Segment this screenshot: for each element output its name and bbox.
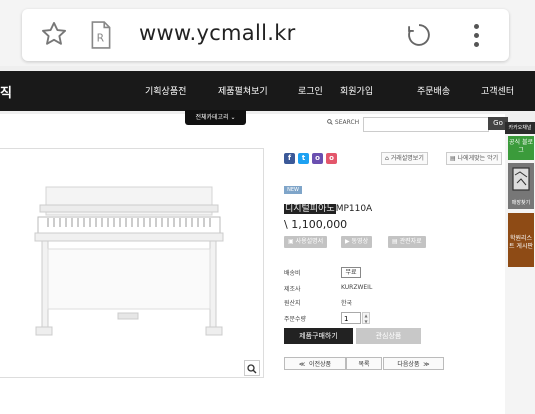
url-text[interactable]: www.ycmall.kr <box>139 21 296 45</box>
nav-item-signup[interactable]: 회원가입 <box>340 84 373 97</box>
docs-button[interactable]: ▤ 관련자료 <box>388 236 426 248</box>
product-price: \ 1,100,000 <box>284 218 348 231</box>
map-icon <box>512 167 530 191</box>
origin-label: 원산지 <box>284 300 301 307</box>
nav-item-login[interactable]: 로그인 <box>298 84 323 97</box>
logo-fragment[interactable]: 직 <box>0 82 12 101</box>
main-navigation: 직 기획상품전 제품펼쳐보기 로그인 회원가입 주문배송 고객센터 <box>0 71 535 111</box>
star-icon[interactable] <box>40 20 68 48</box>
origin-value: 한국 <box>341 300 353 307</box>
reload-icon[interactable] <box>405 21 433 49</box>
maker-label: 제조사 <box>284 286 301 293</box>
instagram-icon[interactable]: o <box>326 153 337 164</box>
nav-item-support[interactable]: 고객센터 <box>481 84 514 97</box>
svg-text:R: R <box>97 31 105 44</box>
nav-item-orders[interactable]: 주문배송 <box>417 84 450 97</box>
manual-button[interactable]: ▣ 사용설명서 <box>284 236 328 248</box>
menu-icon[interactable] <box>470 21 482 49</box>
guide-button[interactable]: ⌂ 거래설명보기 <box>381 152 428 165</box>
quantity-stepper[interactable]: ▲ ▼ <box>362 312 370 324</box>
new-badge: NEW <box>284 186 302 194</box>
magnifier-icon <box>247 364 257 374</box>
nav-item-products[interactable]: 제품펼쳐보기 <box>218 84 268 97</box>
facebook-icon[interactable]: f <box>284 153 295 164</box>
share-icon[interactable]: o <box>312 153 323 164</box>
store-finder-button[interactable]: 매장찾기 <box>508 163 534 209</box>
kakao-channel-label[interactable]: 카카오채널 <box>505 122 535 134</box>
reader-icon[interactable]: R <box>90 21 112 49</box>
search-icon <box>327 119 333 125</box>
shipping-label: 배송비 <box>284 270 301 277</box>
search-input[interactable] <box>363 117 489 132</box>
product-image <box>0 148 264 378</box>
nav-item-promotions[interactable]: 기획상품전 <box>145 84 186 97</box>
list-button[interactable]: 목록 <box>346 357 382 370</box>
academy-list-button[interactable]: 학원리스트 게시판 <box>508 213 534 267</box>
digital-piano-image <box>34 186 224 336</box>
browser-toolbar: R www.ycmall.kr <box>0 0 535 66</box>
maker-value: KURZWEIL <box>341 284 373 291</box>
recommend-button[interactable]: ▤ 나에게맞는 악기 <box>446 152 503 165</box>
zoom-button[interactable] <box>244 360 260 376</box>
search-label: SEARCH <box>327 119 359 126</box>
qty-label: 주문수량 <box>284 316 307 323</box>
address-bar[interactable]: R www.ycmall.kr <box>22 9 509 61</box>
category-button[interactable]: 전체카테고리 ⌄ <box>185 110 246 125</box>
twitter-icon[interactable]: t <box>298 153 309 164</box>
official-blog-button[interactable]: 공식 블로그 <box>508 136 534 160</box>
buy-button[interactable]: 제품구매하기 <box>284 328 353 344</box>
next-product-button[interactable]: 다음상품 ≫ <box>383 357 444 370</box>
video-button[interactable]: ▶ 동영상 <box>341 236 373 248</box>
quantity-input[interactable]: 1 <box>341 312 361 324</box>
store-finder-label: 매장찾기 <box>511 200 531 206</box>
prev-product-button[interactable]: ≪ 이전상품 <box>284 357 346 370</box>
product-name: 디지털피아노MP110A <box>284 204 373 214</box>
wishlist-button[interactable]: 관심상품 <box>356 328 421 344</box>
shipping-value: 무료 <box>341 267 361 278</box>
